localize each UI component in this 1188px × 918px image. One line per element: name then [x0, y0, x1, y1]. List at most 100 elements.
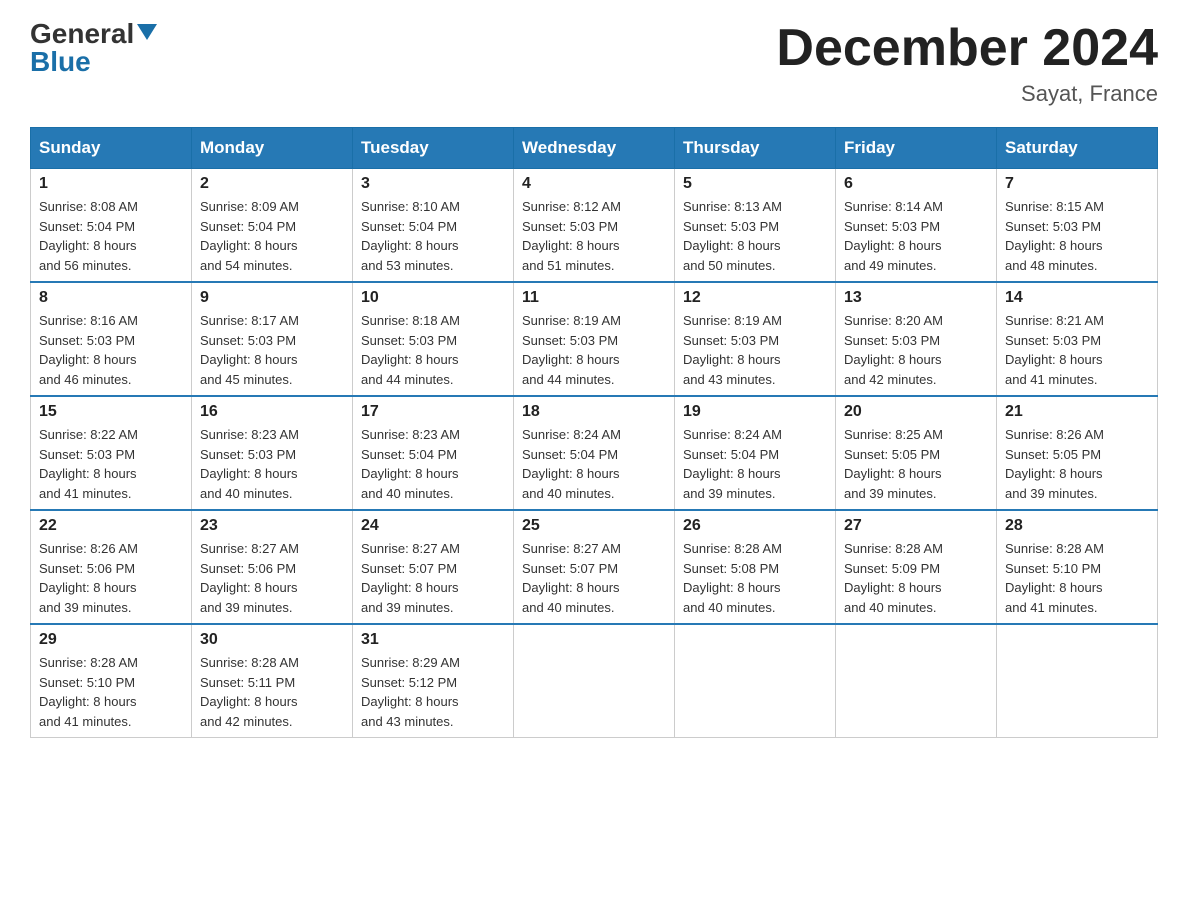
calendar-cell: 24 Sunrise: 8:27 AMSunset: 5:07 PMDaylig… — [353, 510, 514, 624]
day-number: 2 — [200, 175, 344, 193]
calendar-cell: 18 Sunrise: 8:24 AMSunset: 5:04 PMDaylig… — [514, 396, 675, 510]
logo-blue: Blue — [30, 48, 91, 76]
calendar-cell: 22 Sunrise: 8:26 AMSunset: 5:06 PMDaylig… — [31, 510, 192, 624]
day-info: Sunrise: 8:26 AMSunset: 5:05 PMDaylight:… — [1005, 427, 1104, 501]
day-info: Sunrise: 8:24 AMSunset: 5:04 PMDaylight:… — [683, 427, 782, 501]
day-info: Sunrise: 8:19 AMSunset: 5:03 PMDaylight:… — [683, 313, 782, 387]
day-info: Sunrise: 8:12 AMSunset: 5:03 PMDaylight:… — [522, 199, 621, 273]
day-number: 7 — [1005, 175, 1149, 193]
calendar-cell: 30 Sunrise: 8:28 AMSunset: 5:11 PMDaylig… — [192, 624, 353, 738]
day-info: Sunrise: 8:16 AMSunset: 5:03 PMDaylight:… — [39, 313, 138, 387]
day-number: 15 — [39, 403, 183, 421]
calendar-cell: 21 Sunrise: 8:26 AMSunset: 5:05 PMDaylig… — [997, 396, 1158, 510]
day-info: Sunrise: 8:28 AMSunset: 5:11 PMDaylight:… — [200, 655, 299, 729]
day-number: 17 — [361, 403, 505, 421]
day-info: Sunrise: 8:10 AMSunset: 5:04 PMDaylight:… — [361, 199, 460, 273]
day-info: Sunrise: 8:14 AMSunset: 5:03 PMDaylight:… — [844, 199, 943, 273]
day-info: Sunrise: 8:22 AMSunset: 5:03 PMDaylight:… — [39, 427, 138, 501]
day-info: Sunrise: 8:08 AMSunset: 5:04 PMDaylight:… — [39, 199, 138, 273]
day-number: 27 — [844, 517, 988, 535]
day-number: 23 — [200, 517, 344, 535]
calendar-cell: 27 Sunrise: 8:28 AMSunset: 5:09 PMDaylig… — [836, 510, 997, 624]
day-number: 25 — [522, 517, 666, 535]
title-block: December 2024 Sayat, France — [776, 20, 1158, 107]
weekday-header-friday: Friday — [836, 128, 997, 169]
week-row-4: 22 Sunrise: 8:26 AMSunset: 5:06 PMDaylig… — [31, 510, 1158, 624]
calendar-cell: 19 Sunrise: 8:24 AMSunset: 5:04 PMDaylig… — [675, 396, 836, 510]
day-info: Sunrise: 8:28 AMSunset: 5:09 PMDaylight:… — [844, 541, 943, 615]
calendar-cell: 3 Sunrise: 8:10 AMSunset: 5:04 PMDayligh… — [353, 169, 514, 283]
day-info: Sunrise: 8:20 AMSunset: 5:03 PMDaylight:… — [844, 313, 943, 387]
day-info: Sunrise: 8:27 AMSunset: 5:07 PMDaylight:… — [361, 541, 460, 615]
day-info: Sunrise: 8:23 AMSunset: 5:04 PMDaylight:… — [361, 427, 460, 501]
calendar-cell: 16 Sunrise: 8:23 AMSunset: 5:03 PMDaylig… — [192, 396, 353, 510]
calendar-cell: 31 Sunrise: 8:29 AMSunset: 5:12 PMDaylig… — [353, 624, 514, 738]
day-number: 24 — [361, 517, 505, 535]
calendar-cell: 17 Sunrise: 8:23 AMSunset: 5:04 PMDaylig… — [353, 396, 514, 510]
calendar-table: SundayMondayTuesdayWednesdayThursdayFrid… — [30, 127, 1158, 738]
day-info: Sunrise: 8:29 AMSunset: 5:12 PMDaylight:… — [361, 655, 460, 729]
day-info: Sunrise: 8:19 AMSunset: 5:03 PMDaylight:… — [522, 313, 621, 387]
calendar-cell: 2 Sunrise: 8:09 AMSunset: 5:04 PMDayligh… — [192, 169, 353, 283]
day-number: 19 — [683, 403, 827, 421]
day-number: 20 — [844, 403, 988, 421]
day-number: 12 — [683, 289, 827, 307]
calendar-cell: 6 Sunrise: 8:14 AMSunset: 5:03 PMDayligh… — [836, 169, 997, 283]
calendar-cell: 5 Sunrise: 8:13 AMSunset: 5:03 PMDayligh… — [675, 169, 836, 283]
calendar-cell: 1 Sunrise: 8:08 AMSunset: 5:04 PMDayligh… — [31, 169, 192, 283]
weekday-header-wednesday: Wednesday — [514, 128, 675, 169]
calendar-cell: 23 Sunrise: 8:27 AMSunset: 5:06 PMDaylig… — [192, 510, 353, 624]
calendar-cell: 25 Sunrise: 8:27 AMSunset: 5:07 PMDaylig… — [514, 510, 675, 624]
week-row-5: 29 Sunrise: 8:28 AMSunset: 5:10 PMDaylig… — [31, 624, 1158, 738]
calendar-cell: 15 Sunrise: 8:22 AMSunset: 5:03 PMDaylig… — [31, 396, 192, 510]
calendar-cell — [997, 624, 1158, 738]
day-info: Sunrise: 8:28 AMSunset: 5:10 PMDaylight:… — [39, 655, 138, 729]
day-info: Sunrise: 8:09 AMSunset: 5:04 PMDaylight:… — [200, 199, 299, 273]
weekday-header-saturday: Saturday — [997, 128, 1158, 169]
calendar-cell: 10 Sunrise: 8:18 AMSunset: 5:03 PMDaylig… — [353, 282, 514, 396]
calendar-cell: 13 Sunrise: 8:20 AMSunset: 5:03 PMDaylig… — [836, 282, 997, 396]
logo-general: General — [30, 20, 134, 48]
day-info: Sunrise: 8:28 AMSunset: 5:10 PMDaylight:… — [1005, 541, 1104, 615]
location-label: Sayat, France — [776, 81, 1158, 107]
week-row-1: 1 Sunrise: 8:08 AMSunset: 5:04 PMDayligh… — [31, 169, 1158, 283]
calendar-cell: 29 Sunrise: 8:28 AMSunset: 5:10 PMDaylig… — [31, 624, 192, 738]
week-row-3: 15 Sunrise: 8:22 AMSunset: 5:03 PMDaylig… — [31, 396, 1158, 510]
day-number: 10 — [361, 289, 505, 307]
day-number: 28 — [1005, 517, 1149, 535]
calendar-cell: 28 Sunrise: 8:28 AMSunset: 5:10 PMDaylig… — [997, 510, 1158, 624]
weekday-header-monday: Monday — [192, 128, 353, 169]
day-info: Sunrise: 8:21 AMSunset: 5:03 PMDaylight:… — [1005, 313, 1104, 387]
day-info: Sunrise: 8:17 AMSunset: 5:03 PMDaylight:… — [200, 313, 299, 387]
day-number: 13 — [844, 289, 988, 307]
calendar-cell — [514, 624, 675, 738]
day-info: Sunrise: 8:23 AMSunset: 5:03 PMDaylight:… — [200, 427, 299, 501]
month-title: December 2024 — [776, 20, 1158, 77]
day-info: Sunrise: 8:27 AMSunset: 5:07 PMDaylight:… — [522, 541, 621, 615]
day-number: 30 — [200, 631, 344, 649]
day-number: 5 — [683, 175, 827, 193]
page-header: General Blue December 2024 Sayat, France — [30, 20, 1158, 107]
logo-triangle-icon — [137, 24, 157, 40]
day-info: Sunrise: 8:24 AMSunset: 5:04 PMDaylight:… — [522, 427, 621, 501]
day-number: 9 — [200, 289, 344, 307]
calendar-cell: 8 Sunrise: 8:16 AMSunset: 5:03 PMDayligh… — [31, 282, 192, 396]
weekday-header-thursday: Thursday — [675, 128, 836, 169]
weekday-header-tuesday: Tuesday — [353, 128, 514, 169]
calendar-cell: 26 Sunrise: 8:28 AMSunset: 5:08 PMDaylig… — [675, 510, 836, 624]
day-number: 4 — [522, 175, 666, 193]
day-number: 16 — [200, 403, 344, 421]
day-info: Sunrise: 8:25 AMSunset: 5:05 PMDaylight:… — [844, 427, 943, 501]
day-info: Sunrise: 8:13 AMSunset: 5:03 PMDaylight:… — [683, 199, 782, 273]
weekday-header-sunday: Sunday — [31, 128, 192, 169]
day-info: Sunrise: 8:27 AMSunset: 5:06 PMDaylight:… — [200, 541, 299, 615]
day-info: Sunrise: 8:18 AMSunset: 5:03 PMDaylight:… — [361, 313, 460, 387]
day-info: Sunrise: 8:28 AMSunset: 5:08 PMDaylight:… — [683, 541, 782, 615]
calendar-cell: 7 Sunrise: 8:15 AMSunset: 5:03 PMDayligh… — [997, 169, 1158, 283]
calendar-cell: 9 Sunrise: 8:17 AMSunset: 5:03 PMDayligh… — [192, 282, 353, 396]
weekday-header-row: SundayMondayTuesdayWednesdayThursdayFrid… — [31, 128, 1158, 169]
calendar-cell: 11 Sunrise: 8:19 AMSunset: 5:03 PMDaylig… — [514, 282, 675, 396]
day-number: 29 — [39, 631, 183, 649]
day-info: Sunrise: 8:26 AMSunset: 5:06 PMDaylight:… — [39, 541, 138, 615]
day-number: 18 — [522, 403, 666, 421]
